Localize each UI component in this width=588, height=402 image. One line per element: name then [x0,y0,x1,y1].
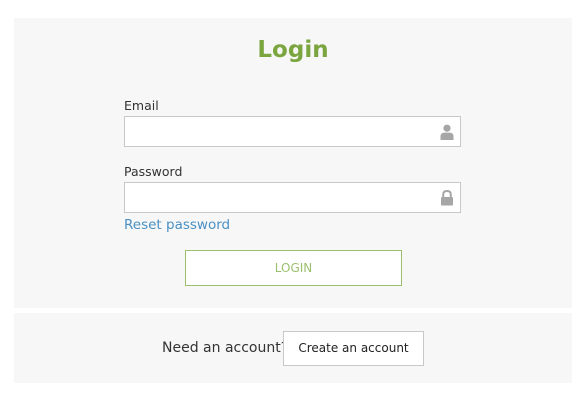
reset-password-link[interactable]: Reset password [124,217,230,233]
email-label: Email [124,98,159,113]
signup-panel: Need an account? Create an account [14,313,572,383]
password-field[interactable] [125,183,441,212]
password-field-container [124,182,461,213]
login-button[interactable]: LOGIN [185,250,402,286]
user-icon [440,124,454,140]
create-account-button[interactable]: Create an account [283,331,424,366]
email-field-container [124,116,461,147]
password-label: Password [124,164,183,179]
page-title: Login [257,37,329,63]
need-account-text: Need an account? [162,340,289,356]
login-panel: Login Email Password Reset password LOGI… [14,18,572,308]
lock-icon [441,190,453,206]
email-field[interactable] [125,117,441,146]
